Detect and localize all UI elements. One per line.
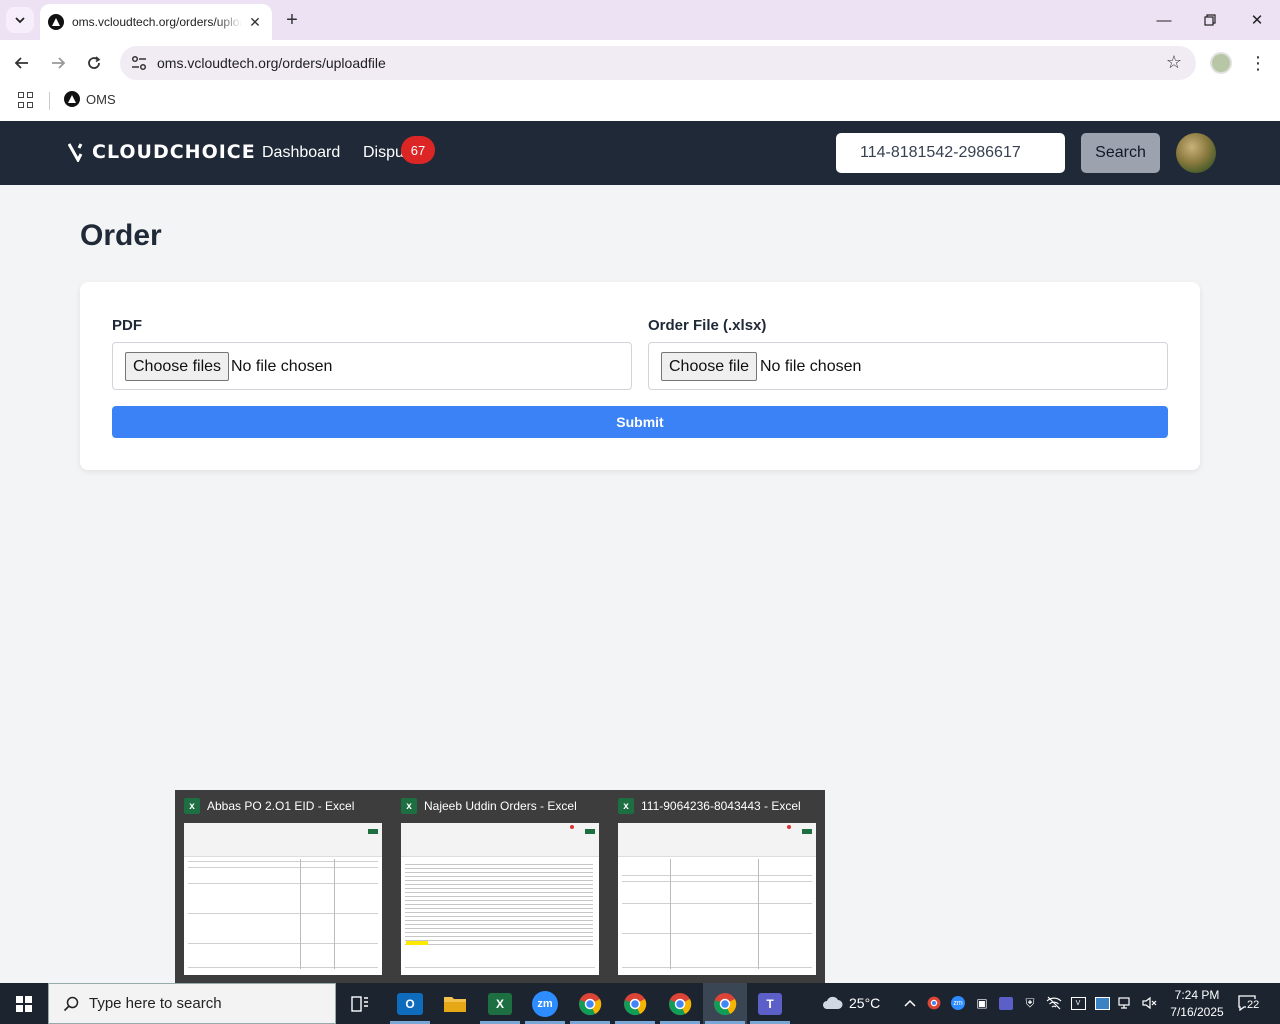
- restore-icon[interactable]: [1198, 8, 1222, 32]
- windows-taskbar: Type here to search O X zm T 25°C zm ▣ ⛨…: [0, 983, 1280, 1024]
- browser-tabstrip: oms.vcloudtech.org/orders/uploadfile ✕ +…: [0, 0, 1280, 40]
- bookmark-oms[interactable]: OMS: [64, 91, 116, 107]
- system-clock[interactable]: 7:24 PM 7/16/2025: [1165, 987, 1229, 1021]
- thumbnail-title: Abbas PO 2.O1 EID - Excel: [207, 799, 355, 813]
- file-explorer-icon[interactable]: [440, 989, 470, 1019]
- thumbnail-order-111[interactable]: x 111-9064236-8043443 - Excel: [609, 790, 826, 983]
- thumbnail-header: x Abbas PO 2.O1 EID - Excel: [184, 798, 354, 814]
- chevron-up-icon[interactable]: [902, 995, 918, 1011]
- tab-close-icon[interactable]: ✕: [246, 13, 264, 31]
- search-icon: [61, 994, 81, 1014]
- chrome-profile-1-icon[interactable]: [575, 989, 605, 1019]
- browser-toolbar: oms.vcloudtech.org/orders/uploadfile ☆ ⋮: [0, 40, 1280, 86]
- bookmark-star-icon[interactable]: ☆: [1166, 52, 1182, 73]
- user-avatar[interactable]: [1176, 133, 1216, 173]
- disputes-count-badge: 67: [401, 136, 435, 164]
- tray-display-icon[interactable]: [1118, 995, 1134, 1011]
- new-tab-button[interactable]: +: [280, 8, 304, 32]
- browser-tab-active[interactable]: oms.vcloudtech.org/orders/uploadfile ✕: [40, 4, 272, 40]
- tray-vpn-icon[interactable]: V: [1070, 995, 1086, 1011]
- search-button[interactable]: Search: [1081, 133, 1160, 173]
- order-choose-file-button[interactable]: Choose file: [661, 352, 758, 381]
- clock-time: 7:24 PM: [1174, 988, 1220, 1002]
- tray-network-drive-icon[interactable]: ▣: [974, 995, 990, 1011]
- minimize-icon[interactable]: —: [1152, 8, 1176, 32]
- tray-chrome-icon[interactable]: [926, 995, 942, 1011]
- thumbnail-preview-image: [618, 823, 816, 975]
- address-bar[interactable]: oms.vcloudtech.org/orders/uploadfile ☆: [120, 46, 1196, 80]
- chrome-profile-2-icon[interactable]: [620, 989, 650, 1019]
- kebab-menu-icon[interactable]: ⋮: [1248, 50, 1268, 76]
- clock-date: 7/16/2025: [1170, 1005, 1224, 1019]
- forward-arrow-icon[interactable]: [45, 50, 71, 76]
- excel-icon: x: [401, 798, 417, 814]
- close-window-icon[interactable]: ✕: [1245, 8, 1269, 32]
- excel-thumbnail-previews: x Abbas PO 2.O1 EID - Excel x Najeeb Udd…: [175, 790, 825, 983]
- cloudchoice-logo[interactable]: CLOUDCHOICE: [68, 141, 256, 163]
- chrome-profile-3-icon[interactable]: [665, 989, 695, 1019]
- tab-search-button[interactable]: [6, 7, 34, 33]
- tray-security-icon[interactable]: ⛨: [1022, 995, 1038, 1011]
- pdf-file-input[interactable]: Choose files No file chosen: [112, 342, 632, 390]
- task-view-icon[interactable]: [345, 989, 375, 1019]
- tray-wifi-off-icon[interactable]: [1046, 995, 1062, 1011]
- nav-disputes[interactable]: Dispu: [363, 144, 404, 162]
- bookmarks-bar: OMS: [0, 86, 1280, 121]
- notification-center-icon[interactable]: 22: [1238, 995, 1261, 1013]
- tab-title: oms.vcloudtech.org/orders/uploadfile: [72, 15, 242, 29]
- excel-icon: x: [618, 798, 634, 814]
- excel-icon[interactable]: X: [485, 989, 515, 1019]
- bookmarks-separator: [49, 92, 50, 110]
- profile-avatar[interactable]: [1210, 52, 1232, 74]
- back-arrow-icon[interactable]: [9, 50, 35, 76]
- tray-app-icon[interactable]: [1094, 995, 1110, 1011]
- chevron-down-icon: [15, 17, 25, 24]
- app-header: CLOUDCHOICE Dashboard Dispu 67 Search: [0, 121, 1280, 185]
- thumbnail-header: x 111-9064236-8043443 - Excel: [618, 798, 801, 814]
- order-file-status: No file chosen: [760, 358, 862, 375]
- order-search-input[interactable]: [836, 133, 1065, 173]
- order-file-input[interactable]: Choose file No file chosen: [648, 342, 1168, 390]
- thumbnail-abbas-po[interactable]: x Abbas PO 2.O1 EID - Excel: [175, 790, 392, 983]
- zoom-icon[interactable]: zm: [530, 989, 560, 1019]
- logo-text: CLOUDCHOICE: [92, 141, 256, 163]
- windows-logo-icon: [16, 995, 32, 1012]
- start-button[interactable]: [0, 983, 48, 1024]
- thumbnail-preview-image: [184, 823, 382, 975]
- notification-count-badge: 22: [1246, 999, 1261, 1011]
- taskbar-search-box[interactable]: Type here to search: [48, 983, 336, 1024]
- taskbar-search-placeholder: Type here to search: [89, 995, 222, 1012]
- tray-teams-icon[interactable]: [998, 995, 1014, 1011]
- apps-grid-icon[interactable]: [18, 92, 34, 108]
- bookmark-label: OMS: [86, 91, 116, 107]
- pdf-file-status: No file chosen: [231, 358, 333, 375]
- thumbnail-najeeb-orders[interactable]: x Najeeb Uddin Orders - Excel: [392, 790, 609, 983]
- reload-icon[interactable]: [81, 50, 107, 76]
- volume-muted-icon[interactable]: [1142, 995, 1158, 1011]
- chrome-profile-4-icon[interactable]: [710, 989, 740, 1019]
- thumbnail-header: x Najeeb Uddin Orders - Excel: [401, 798, 577, 814]
- pdf-choose-files-button[interactable]: Choose files: [125, 352, 230, 381]
- pdf-label: PDF: [112, 317, 142, 334]
- thumbnail-title: 111-9064236-8043443 - Excel: [641, 799, 801, 813]
- outlook-icon[interactable]: O: [395, 989, 425, 1019]
- logo-mark-icon: [68, 143, 83, 162]
- nav-dashboard[interactable]: Dashboard: [262, 144, 340, 162]
- url-text: oms.vcloudtech.org/orders/uploadfile: [157, 55, 386, 71]
- page-title: Order: [80, 219, 162, 252]
- oms-favicon-icon: [64, 91, 80, 107]
- excel-icon: x: [184, 798, 200, 814]
- weather-cloud-icon[interactable]: [820, 995, 844, 1011]
- teams-icon[interactable]: T: [755, 989, 785, 1019]
- site-settings-icon[interactable]: [130, 54, 148, 72]
- upload-form-card: PDF Choose files No file chosen Order Fi…: [80, 282, 1200, 470]
- oms-favicon-icon: [48, 14, 64, 30]
- order-file-label: Order File (.xlsx): [648, 317, 767, 334]
- thumbnail-preview-image: [401, 823, 599, 975]
- submit-button[interactable]: Submit: [112, 406, 1168, 438]
- thumbnail-title: Najeeb Uddin Orders - Excel: [424, 799, 577, 813]
- weather-temperature[interactable]: 25°C: [849, 995, 880, 1011]
- tray-zoom-icon[interactable]: zm: [950, 995, 966, 1011]
